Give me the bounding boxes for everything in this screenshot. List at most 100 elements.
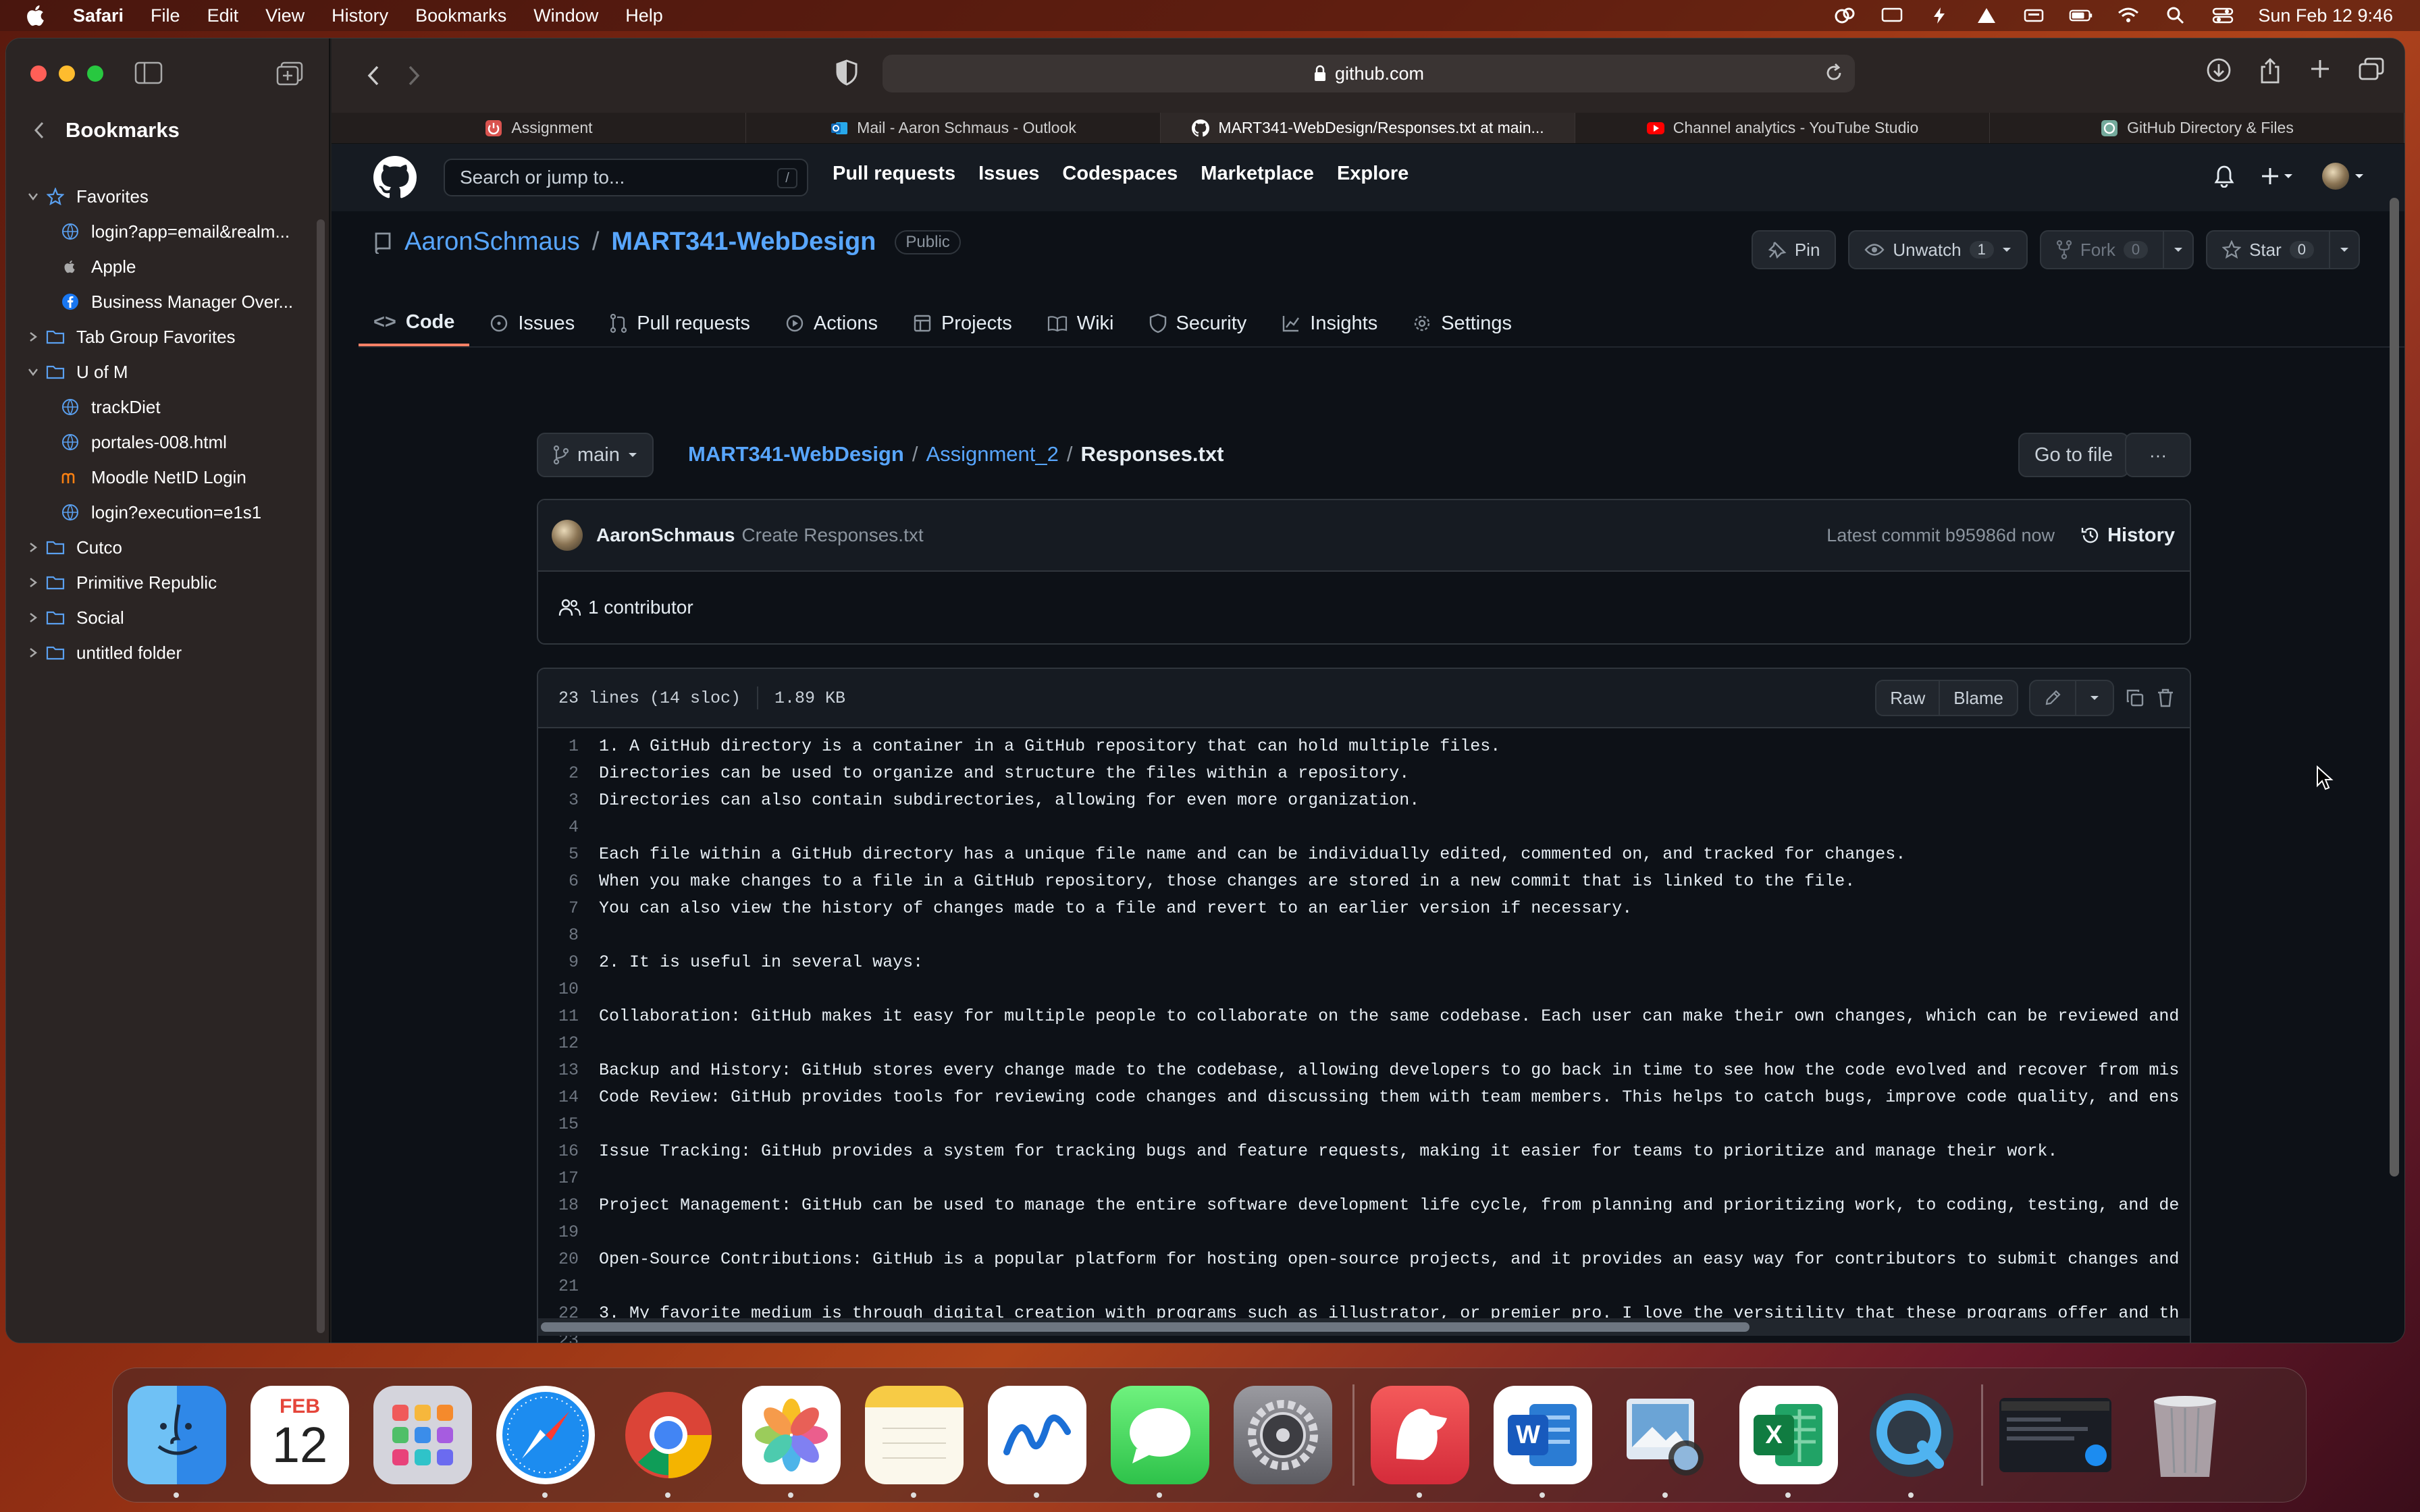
display-icon[interactable] [1880, 6, 1904, 25]
sidebar-toggle-icon[interactable] [134, 61, 163, 84]
code-view[interactable]: 1 1. A GitHub directory is a container in… [538, 728, 2190, 1343]
contributors-row[interactable]: 1 contributor [538, 572, 2190, 643]
line-number[interactable]: 20 [538, 1249, 599, 1269]
horizontal-scrollbar[interactable] [538, 1318, 2190, 1336]
github-logo-icon[interactable] [373, 156, 417, 199]
dock-calendar[interactable]: FEB 12 [251, 1386, 349, 1484]
chevron-right-icon[interactable] [21, 577, 45, 588]
chevron-right-icon[interactable] [21, 542, 45, 553]
chevron-right-icon[interactable] [21, 647, 45, 658]
spotlight-icon[interactable] [2163, 6, 2188, 25]
dock-minimized-window[interactable] [1999, 1398, 2111, 1472]
new-tab-group-icon[interactable] [276, 61, 303, 86]
browser-tab[interactable]: Mail - Aaron Schmaus - Outlook [746, 113, 1161, 143]
fork-dropdown-button[interactable] [2164, 230, 2194, 269]
pin-button[interactable]: Pin [1751, 230, 1837, 269]
menu-edit[interactable]: Edit [207, 5, 239, 26]
wifi-icon[interactable] [2116, 6, 2140, 25]
dock-trash[interactable] [2136, 1386, 2234, 1484]
menu-app-name[interactable]: Safari [73, 5, 124, 26]
bookmark-folder[interactable]: Cutco [6, 530, 322, 565]
browser-tab[interactable]: Channel analytics - YouTube Studio [1575, 113, 1990, 143]
tab-insights[interactable]: Insights [1267, 300, 1392, 346]
line-number[interactable]: 10 [538, 979, 599, 999]
user-avatar-menu[interactable] [2322, 163, 2364, 190]
repo-name-link[interactable]: MART341-WebDesign [611, 227, 876, 256]
keyboard-icon[interactable] [2022, 6, 2046, 25]
line-number[interactable]: 15 [538, 1114, 599, 1134]
fork-button[interactable]: Fork 0 [2039, 230, 2165, 269]
avatar[interactable] [552, 520, 583, 551]
line-number[interactable]: 7 [538, 898, 599, 918]
address-bar[interactable]: github.com [883, 55, 1855, 92]
trash-icon[interactable] [2156, 688, 2175, 708]
line-number[interactable]: 3 [538, 790, 599, 810]
creative-cloud-icon[interactable] [1833, 6, 1857, 25]
menu-history[interactable]: History [332, 5, 388, 26]
tab-security[interactable]: Security [1134, 300, 1262, 346]
star-dropdown-button[interactable] [2330, 230, 2360, 269]
branch-selector-button[interactable]: main [537, 433, 654, 477]
dock-launchpad[interactable] [373, 1386, 472, 1484]
bolt-app-icon[interactable] [1927, 6, 1951, 25]
tab-overview-icon[interactable] [2359, 57, 2384, 82]
tab-issues[interactable]: Issues [475, 300, 589, 346]
history-button[interactable]: History [2080, 524, 2175, 547]
github-search-input[interactable]: Search or jump to... / [444, 159, 808, 196]
bookmark-folder[interactable]: U of M [6, 354, 322, 389]
bookmark-item[interactable]: portales-008.html [6, 425, 322, 460]
bookmark-item[interactable]: login?execution=e1s1 [6, 495, 322, 530]
minimize-window-button[interactable] [59, 65, 75, 82]
tab-settings[interactable]: Settings [1398, 300, 1527, 346]
bookmark-item[interactable]: Moodle NetID Login [6, 460, 322, 495]
commit-message[interactable]: Create Responses.txt [741, 524, 923, 546]
commit-author[interactable]: AaronSchmaus [596, 524, 735, 546]
bookmark-item[interactable]: Apple [6, 249, 322, 284]
menu-bookmarks[interactable]: Bookmarks [415, 5, 506, 26]
tab-actions[interactable]: Actions [770, 300, 893, 346]
line-number[interactable]: 18 [538, 1195, 599, 1215]
dock-safari[interactable] [496, 1386, 595, 1498]
chevron-left-icon[interactable] [33, 121, 45, 140]
repo-owner-link[interactable]: AaronSchmaus [404, 227, 580, 256]
dock-preview[interactable] [1616, 1386, 1715, 1498]
create-new-icon[interactable] [2261, 166, 2295, 186]
line-number[interactable]: 1 [538, 736, 599, 756]
line-number[interactable]: 6 [538, 871, 599, 891]
go-to-file-button[interactable]: Go to file [2018, 433, 2129, 477]
nav-issues[interactable]: Issues [978, 163, 1039, 185]
more-options-button[interactable]: ··· [2125, 433, 2191, 477]
tab-code[interactable]: <> Code [359, 300, 470, 346]
notifications-bell-icon[interactable] [2214, 165, 2234, 188]
privacy-shield-icon[interactable] [835, 59, 858, 86]
blame-button[interactable]: Blame [1940, 680, 2018, 716]
bookmark-item[interactable]: login?app=email&realm... [6, 214, 322, 249]
star-button[interactable]: Star 0 [2206, 230, 2330, 269]
menu-clock[interactable]: Sun Feb 12 9:46 [2258, 5, 2393, 26]
dock-photos[interactable] [742, 1386, 841, 1498]
browser-tab[interactable]: GitHub Directory & Files [1990, 113, 2404, 143]
bookmark-folder[interactable]: Primitive Republic [6, 565, 322, 600]
chevron-right-icon[interactable] [21, 612, 45, 623]
close-window-button[interactable] [30, 65, 47, 82]
browser-tab[interactable]: Assignment [332, 113, 746, 143]
nav-pull-requests[interactable]: Pull requests [833, 163, 955, 185]
line-number[interactable]: 9 [538, 952, 599, 972]
apple-menu-icon[interactable] [24, 3, 49, 28]
bookmark-item[interactable]: Business Manager Over... [6, 284, 322, 319]
warning-triangle-icon[interactable] [1974, 6, 1999, 25]
dock-messages[interactable] [1111, 1386, 1209, 1498]
menu-view[interactable]: View [265, 5, 305, 26]
nav-explore[interactable]: Explore [1337, 163, 1409, 185]
bookmark-item[interactable]: trackDiet [6, 389, 322, 425]
forward-button-icon[interactable] [406, 64, 422, 87]
chevron-down-icon[interactable] [21, 368, 45, 376]
dock-notes[interactable] [865, 1386, 964, 1498]
line-number[interactable]: 5 [538, 844, 599, 864]
line-number[interactable]: 11 [538, 1006, 599, 1026]
line-number[interactable]: 14 [538, 1087, 599, 1107]
back-button-icon[interactable] [365, 64, 382, 87]
edit-dropdown-button[interactable] [2076, 680, 2114, 716]
battery-icon[interactable] [2069, 6, 2093, 25]
edit-file-button[interactable] [2029, 680, 2076, 716]
